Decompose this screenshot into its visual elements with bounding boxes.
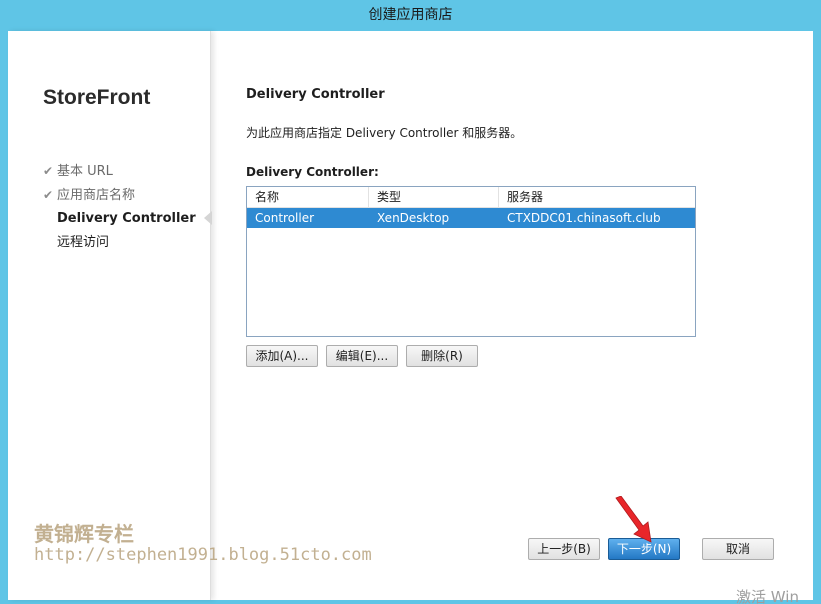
watermark-author: 黄锦辉专栏: [34, 522, 134, 546]
window-titlebar[interactable]: 创建应用商店: [0, 0, 821, 31]
checkmark-icon: ✔: [43, 188, 54, 202]
active-step-pointer-icon: [204, 211, 212, 225]
cancel-button[interactable]: 取消: [702, 538, 774, 560]
page-heading: Delivery Controller: [246, 87, 385, 102]
step-list: ✔ 基本 URL ✔ 应用商店名称 Delivery Controller 远程访问: [43, 163, 196, 259]
list-header: 名称 类型 服务器: [247, 187, 695, 208]
step-label: 远程访问: [57, 235, 110, 250]
step-base-url: ✔ 基本 URL: [43, 163, 196, 187]
back-button[interactable]: 上一步(B): [528, 538, 600, 560]
brand-title: StoreFront: [43, 86, 151, 109]
window-title: 创建应用商店: [368, 7, 453, 23]
checkmark-icon: ✔: [43, 164, 54, 178]
column-header-name[interactable]: 名称: [247, 187, 369, 208]
step-label: 应用商店名称: [57, 188, 136, 203]
step-remote-access: 远程访问: [43, 235, 196, 259]
edit-button[interactable]: 编辑(E)...: [326, 345, 398, 367]
cell-type: XenDesktop: [377, 211, 450, 225]
delete-button[interactable]: 删除(R): [406, 345, 478, 367]
red-arrow-icon: [615, 496, 652, 543]
watermark-url: http://stephen1991.blog.51cto.com: [34, 545, 372, 565]
step-store-name: ✔ 应用商店名称: [43, 187, 196, 211]
column-header-server[interactable]: 服务器: [499, 187, 695, 208]
column-header-type[interactable]: 类型: [369, 187, 499, 208]
wizard-dialog: StoreFront ✔ 基本 URL ✔ 应用商店名称 Delivery Cont…: [8, 31, 813, 600]
cell-name: Controller: [255, 211, 315, 225]
activate-windows-text: 激活 Win: [736, 588, 799, 604]
controller-list[interactable]: 名称 类型 服务器 Controller XenDesktop CTXDDC01…: [246, 186, 696, 337]
cell-server: CTXDDC01.chinasoft.club: [507, 211, 661, 225]
page-description: 为此应用商店指定 Delivery Controller 和服务器。: [246, 126, 523, 140]
add-button[interactable]: 添加(A)...: [246, 345, 318, 367]
table-row[interactable]: Controller XenDesktop CTXDDC01.chinasoft…: [247, 208, 695, 228]
controller-list-label: Delivery Controller:: [246, 165, 379, 179]
step-delivery-controller: Delivery Controller: [43, 211, 196, 235]
step-label: 基本 URL: [57, 164, 113, 179]
step-label: Delivery Controller: [57, 211, 196, 226]
wizard-sidebar: StoreFront ✔ 基本 URL ✔ 应用商店名称 Delivery Cont…: [8, 31, 211, 600]
